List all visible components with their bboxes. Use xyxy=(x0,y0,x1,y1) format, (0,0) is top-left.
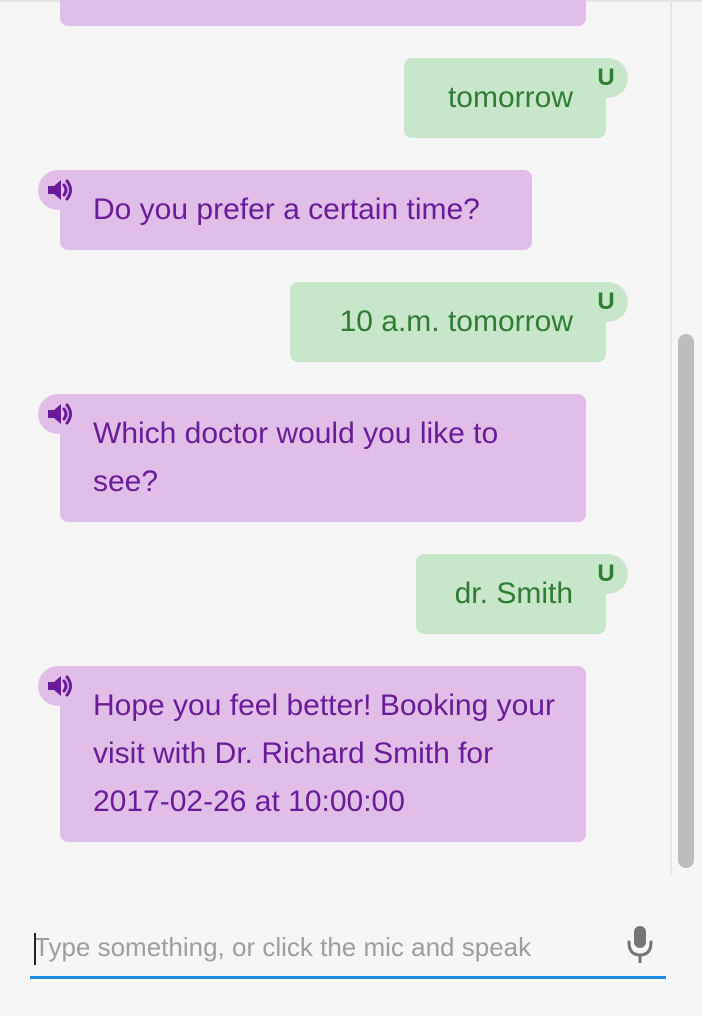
user-badge-label: U xyxy=(597,560,615,587)
user-message-text: 10 a.m. tomorrow xyxy=(339,305,573,338)
bot-message-text: Hope you feel better! Booking your visit… xyxy=(93,689,555,818)
speaker-icon[interactable] xyxy=(38,394,82,434)
user-message-text: tomorrow xyxy=(447,81,573,114)
message-composer xyxy=(30,918,666,980)
user-badge: U xyxy=(584,58,628,98)
user-message-text: dr. Smith xyxy=(454,577,573,610)
input-underline xyxy=(30,976,666,979)
bot-message xyxy=(60,0,586,26)
user-badge: U xyxy=(584,554,628,594)
bot-message: Which doctor would you like to see? xyxy=(60,394,586,522)
user-badge-label: U xyxy=(597,64,615,91)
chat-app: tomorrow U Do you prefer a certain time?… xyxy=(0,0,702,1016)
bot-message: Hope you feel better! Booking your visit… xyxy=(60,666,586,842)
bot-message: Do you prefer a certain time? xyxy=(60,170,532,250)
user-badge: U xyxy=(584,282,628,322)
user-message: dr. Smith xyxy=(416,554,606,634)
bot-message-text: Which doctor would you like to see? xyxy=(93,417,499,498)
bot-message-text: Do you prefer a certain time? xyxy=(93,193,480,226)
message-list[interactable]: tomorrow U Do you prefer a certain time?… xyxy=(0,0,672,875)
speaker-icon[interactable] xyxy=(38,666,82,706)
speaker-icon[interactable] xyxy=(38,170,82,210)
user-message: 10 a.m. tomorrow xyxy=(290,282,606,362)
pane-divider xyxy=(670,0,672,875)
text-caret xyxy=(34,933,36,965)
user-message: tomorrow xyxy=(404,58,606,138)
microphone-icon[interactable] xyxy=(622,922,658,968)
user-badge-label: U xyxy=(597,288,615,315)
message-input[interactable] xyxy=(30,918,610,976)
scrollbar-thumb[interactable] xyxy=(678,334,694,868)
